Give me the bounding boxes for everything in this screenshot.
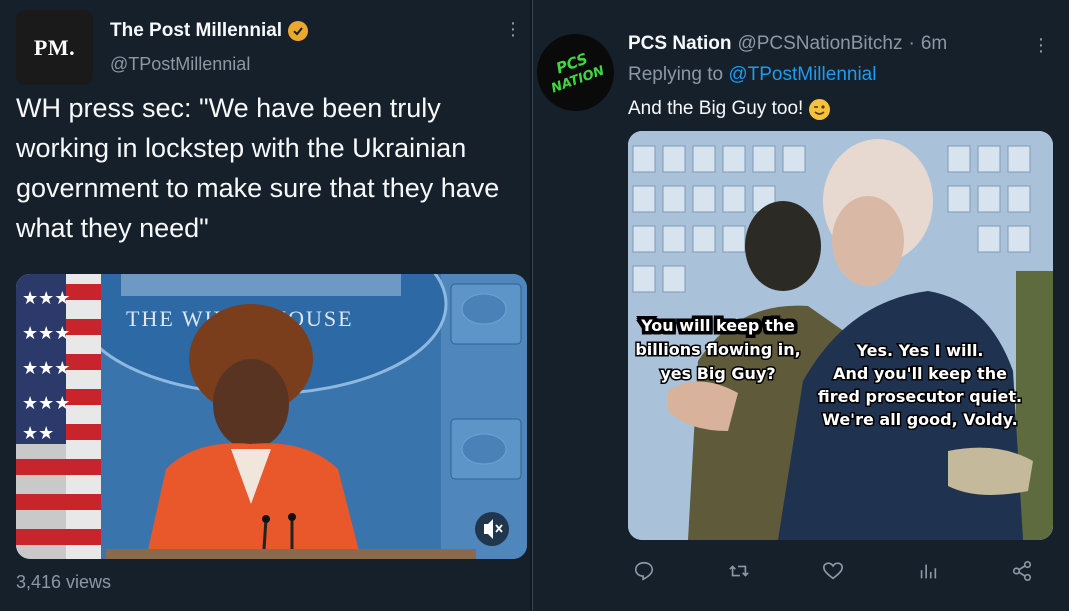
tweet-actions (628, 556, 1038, 586)
svg-text:★★★: ★★★ (22, 288, 70, 308)
svg-text:★★★: ★★★ (22, 323, 70, 343)
author-handle[interactable]: @TPostMillennial (110, 54, 250, 75)
avatar-text: PM. (33, 34, 76, 60)
author-row: PCS Nation @PCSNationBitchz · 6m (628, 33, 947, 55)
separator: · (908, 33, 915, 54)
meme-caption-right-3: fired prosecutor quiet. (818, 387, 1022, 406)
reply-icon[interactable] (632, 559, 656, 583)
video-frame: THE WHITE HOUSE ★★★ ★★★ ★★★ ★★★ ★★ (16, 274, 527, 559)
replying-label: Replying to (628, 64, 724, 85)
meme-caption-left-2: billions flowing in, (635, 340, 800, 359)
replying-to-link[interactable]: @TPostMillennial (728, 64, 876, 85)
author-row: The Post Millennial (110, 20, 309, 42)
svg-text:★★★: ★★★ (22, 393, 70, 413)
meme-caption-right-4: We're all good, Voldy. (822, 410, 1018, 429)
mute-icon[interactable] (475, 512, 509, 546)
author-name[interactable]: PCS Nation (628, 33, 731, 55)
svg-text:★★★: ★★★ (22, 358, 70, 378)
view-count: 3,416 views (16, 572, 112, 592)
video-thumbnail[interactable]: THE WHITE HOUSE ★★★ ★★★ ★★★ ★★★ ★★ (16, 274, 527, 559)
tweet-text: And the Big Guy too! (628, 98, 831, 120)
svg-text:★★: ★★ (22, 423, 54, 443)
meme-caption-right-1: Yes. Yes I will. (855, 341, 983, 360)
tweet-text-body: And the Big Guy too! (628, 98, 804, 119)
analytics-icon[interactable] (916, 559, 940, 583)
avatar[interactable]: PCS NATION (537, 34, 614, 111)
retweet-icon[interactable] (727, 559, 751, 583)
share-icon[interactable] (1010, 559, 1034, 583)
meme-caption-left-1: You will keep the (640, 316, 795, 335)
meme-caption-left-3: yes Big Guy? (660, 364, 775, 383)
meme-photo: You will keep the billions flowing in, y… (628, 131, 1053, 540)
like-icon[interactable] (821, 559, 845, 583)
pcs-nation-logo: PCS NATION (549, 50, 606, 97)
replying-to: Replying to @TPostMillennial (628, 64, 876, 86)
winking-face-icon (809, 98, 831, 120)
meme-image[interactable]: You will keep the billions flowing in, y… (628, 131, 1053, 540)
tweet-post-millennial[interactable]: PM. The Post Millennial @TPostMillennial… (0, 0, 530, 611)
author-handle[interactable]: @PCSNationBitchz (737, 33, 902, 55)
more-options-icon[interactable]: · · · (1033, 29, 1049, 61)
timestamp[interactable]: 6m (921, 33, 947, 55)
author-name[interactable]: The Post Millennial (110, 20, 282, 42)
verified-badge-icon (288, 21, 309, 41)
more-options-icon[interactable]: · · · (505, 13, 521, 45)
avatar[interactable]: PM. (16, 10, 93, 85)
tweet-text: WH press sec: "We have been truly workin… (16, 93, 500, 243)
meme-caption-right-2: And you'll keep the (833, 364, 1007, 383)
